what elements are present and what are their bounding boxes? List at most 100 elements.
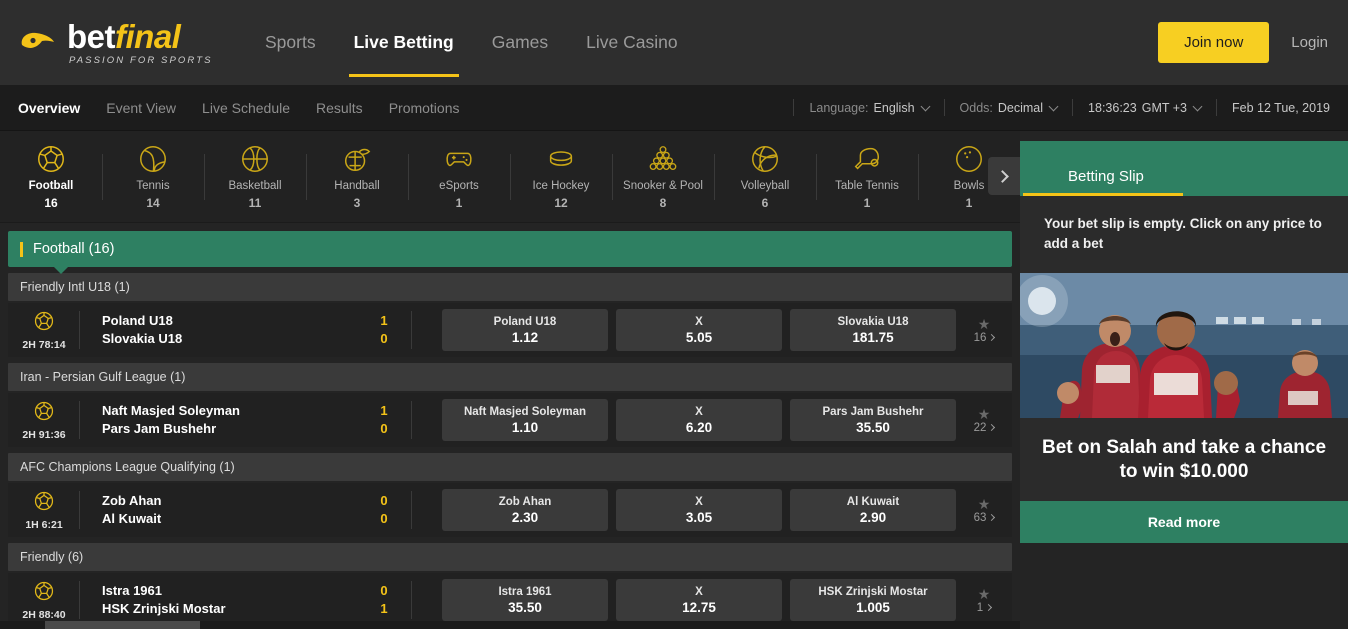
odds-value: 35.50 [856, 419, 890, 435]
match-teams: Naft Masjed Soleyman Pars Jam Bushehr [80, 402, 356, 437]
nav-item-sports[interactable]: Sports [246, 0, 335, 85]
sport-label: Ice Hockey [532, 179, 590, 192]
divider [1216, 99, 1217, 116]
home-score: 1 [380, 403, 388, 419]
more-markets-button[interactable]: ★ 1 [956, 573, 1012, 627]
favorite-star-icon[interactable]: ★ [978, 407, 991, 421]
sport-tab-football[interactable]: Football 16 [0, 142, 102, 212]
home-team-name: Poland U18 [102, 313, 173, 329]
sport-count: 1 [965, 196, 973, 211]
odds-button-away[interactable]: HSK Zrinjski Mostar 1.005 [790, 579, 956, 621]
snooker-icon [647, 143, 679, 175]
league-header[interactable]: Iran - Persian Gulf League (1) [8, 363, 1012, 391]
away-score: 0 [380, 421, 388, 436]
odds-label: Naft Masjed Soleyman [463, 405, 587, 418]
tab-promotions[interactable]: Promotions [376, 100, 473, 116]
sport-label: Basketball [228, 179, 282, 192]
sport-section-banner[interactable]: Football (16) [8, 231, 1012, 274]
league-header[interactable]: Friendly Intl U18 (1) [8, 273, 1012, 301]
chevron-right-icon [988, 333, 996, 341]
favorite-star-icon[interactable]: ★ [978, 317, 991, 331]
promo-banner-image[interactable] [1020, 273, 1348, 419]
home-team-name: Istra 1961 [102, 583, 162, 599]
league-title: Friendly Intl U18 (1) [20, 280, 130, 294]
sport-tab-table-tennis[interactable]: Table Tennis 1 [816, 142, 918, 212]
more-markets-button[interactable]: ★ 22 [956, 393, 1012, 447]
sport-tab-tennis[interactable]: Tennis 14 [102, 142, 204, 212]
language-selector[interactable]: Language: English [809, 101, 930, 115]
nav-item-live-casino[interactable]: Live Casino [567, 0, 696, 85]
live-betting-tabs: Overview Event View Live Schedule Result… [18, 100, 473, 116]
odds-button-draw[interactable]: X 12.75 [616, 579, 782, 621]
timezone-selector[interactable]: 18:36:23 GMT +3 [1088, 101, 1203, 115]
nav-item-games[interactable]: Games [473, 0, 567, 85]
chevron-down-icon [1048, 101, 1059, 111]
scrollbar-thumb[interactable] [45, 621, 200, 629]
ice-hockey-icon [545, 143, 577, 175]
match-period: 2H 91:36 [22, 429, 66, 441]
league-header[interactable]: Friendly (6) [8, 543, 1012, 571]
odds-button-home[interactable]: Zob Ahan 2.30 [442, 489, 608, 531]
odds-value: 3.05 [685, 509, 713, 525]
sport-tab-basketball[interactable]: Basketball 11 [204, 142, 306, 212]
login-link[interactable]: Login [1291, 34, 1328, 51]
top-header: betfinal PASSION FOR SPORTS Sports Live … [0, 0, 1348, 85]
odds-button-home[interactable]: Naft Masjed Soleyman 1.10 [442, 399, 608, 441]
odds-value: Decimal [997, 100, 1044, 115]
match-row[interactable]: 1H 6:21 Zob Ahan Al Kuwait 0 0 Zob Ahan … [8, 483, 1012, 537]
league-title: Iran - Persian Gulf League (1) [20, 370, 186, 384]
sport-count: 6 [761, 196, 769, 211]
betting-slip-empty-message: Your bet slip is empty. Click on any pri… [1020, 196, 1348, 274]
match-teams: Istra 1961 HSK Zrinjski Mostar [80, 582, 356, 617]
match-scores: 0 0 [356, 483, 412, 537]
odds-button-away[interactable]: Al Kuwait 2.90 [790, 489, 956, 531]
tab-overview[interactable]: Overview [18, 100, 93, 116]
odds-label: X [695, 405, 703, 418]
more-markets-count: 63 [973, 511, 987, 524]
sport-tab-snooker-pool[interactable]: Snooker & Pool 8 [612, 142, 714, 212]
join-now-button[interactable]: Join now [1158, 22, 1270, 63]
odds-button-draw[interactable]: X 5.05 [616, 309, 782, 351]
sport-count: 8 [659, 196, 667, 211]
divider [1072, 99, 1074, 116]
tab-event-view[interactable]: Event View [93, 100, 189, 116]
sport-tab-volleyball[interactable]: Volleyball 6 [714, 142, 816, 212]
sports-strip-next-button[interactable] [988, 157, 1020, 195]
more-markets-button[interactable]: ★ 63 [956, 483, 1012, 537]
sport-tab-ice-hockey[interactable]: Ice Hockey 12 [510, 142, 612, 212]
odds-label: Istra 1961 [498, 585, 552, 598]
promo-read-more-button[interactable]: Read more [1020, 500, 1348, 543]
favorite-star-icon[interactable]: ★ [978, 497, 991, 511]
events-column: Football 16 Tennis 14 Basketball 11 Hand… [0, 131, 1020, 629]
match-sport-cell: 2H 91:36 [8, 393, 80, 447]
odds-button-home[interactable]: Istra 1961 35.50 [442, 579, 608, 621]
odds-button-draw[interactable]: X 6.20 [616, 399, 782, 441]
horizontal-scrollbar[interactable] [0, 621, 1020, 629]
sport-count: 3 [353, 196, 361, 211]
league-title: AFC Champions League Qualifying (1) [20, 460, 235, 474]
sport-banner-label: Football (16) [33, 241, 115, 257]
football-icon [32, 579, 56, 608]
sport-count: 11 [248, 196, 262, 211]
league-header[interactable]: AFC Champions League Qualifying (1) [8, 453, 1012, 481]
odds-button-home[interactable]: Poland U18 1.12 [442, 309, 608, 351]
bowls-icon [953, 143, 985, 175]
match-row[interactable]: 2H 91:36 Naft Masjed Soleyman Pars Jam B… [8, 393, 1012, 447]
nav-item-live-betting[interactable]: Live Betting [335, 0, 473, 85]
odds-button-draw[interactable]: X 3.05 [616, 489, 782, 531]
sport-count: 1 [863, 196, 871, 211]
tab-results[interactable]: Results [303, 100, 376, 116]
sport-tab-handball[interactable]: Handball 3 [306, 142, 408, 212]
odds-format-selector[interactable]: Odds: Decimal [960, 100, 1059, 115]
tab-live-schedule[interactable]: Live Schedule [189, 100, 303, 116]
odds-button-away[interactable]: Slovakia U18 181.75 [790, 309, 956, 351]
match-sport-cell: 1H 6:21 [8, 483, 80, 537]
brand-logo[interactable]: betfinal PASSION FOR SPORTS [18, 20, 228, 66]
match-row[interactable]: 2H 78:14 Poland U18 Slovakia U18 1 0 Pol… [8, 303, 1012, 357]
sport-tab-esports[interactable]: eSports 1 [408, 142, 510, 212]
more-markets-button[interactable]: ★ 16 [956, 303, 1012, 357]
favorite-star-icon[interactable]: ★ [978, 587, 991, 601]
match-row[interactable]: 2H 88:40 Istra 1961 HSK Zrinjski Mostar … [8, 573, 1012, 627]
odds-label: Al Kuwait [846, 495, 900, 508]
odds-button-away[interactable]: Pars Jam Bushehr 35.50 [790, 399, 956, 441]
